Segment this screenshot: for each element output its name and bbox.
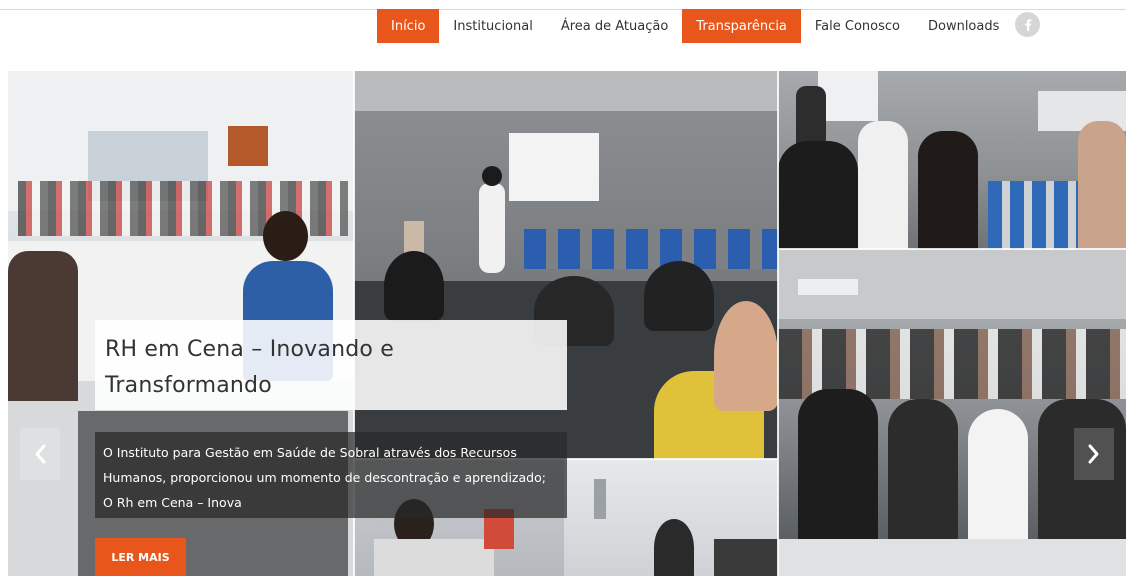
main-nav: Início Institucional Área de Atuação Tra…: [377, 9, 1013, 43]
chevron-left-icon: [35, 444, 46, 464]
nav-item-area-de-atuacao[interactable]: Área de Atuação: [547, 9, 682, 43]
slide-excerpt: O Instituto para Gestão em Saúde de Sobr…: [103, 445, 546, 510]
chevron-right-icon: [1088, 444, 1099, 464]
photo-speaker-group: [778, 71, 1126, 249]
facebook-icon[interactable]: [1015, 12, 1040, 37]
slider-next-button[interactable]: [1074, 428, 1114, 480]
nav-item-transparencia[interactable]: Transparência: [682, 9, 801, 43]
nav-item-inicio[interactable]: Início: [377, 9, 440, 43]
page: Início Institucional Área de Atuação Tra…: [0, 0, 1126, 576]
slide-title[interactable]: RH em Cena – Inovando e Transformando: [105, 332, 557, 404]
slide-excerpt-box: O Instituto para Gestão em Saúde de Sobr…: [95, 432, 567, 518]
slide-title-box: RH em Cena – Inovando e Transformando: [95, 320, 567, 410]
photo-divider: [778, 248, 1126, 250]
photo-seated-audience: [778, 249, 1126, 576]
photo-room-corner: [564, 459, 778, 576]
slider-prev-button[interactable]: [20, 428, 60, 480]
nav-item-fale-conosco[interactable]: Fale Conosco: [801, 9, 914, 43]
nav-item-institucional[interactable]: Institucional: [439, 9, 546, 43]
read-more-button[interactable]: LER MAIS: [95, 538, 186, 576]
nav-item-downloads[interactable]: Downloads: [914, 9, 1013, 43]
photo-divider: [777, 71, 779, 576]
